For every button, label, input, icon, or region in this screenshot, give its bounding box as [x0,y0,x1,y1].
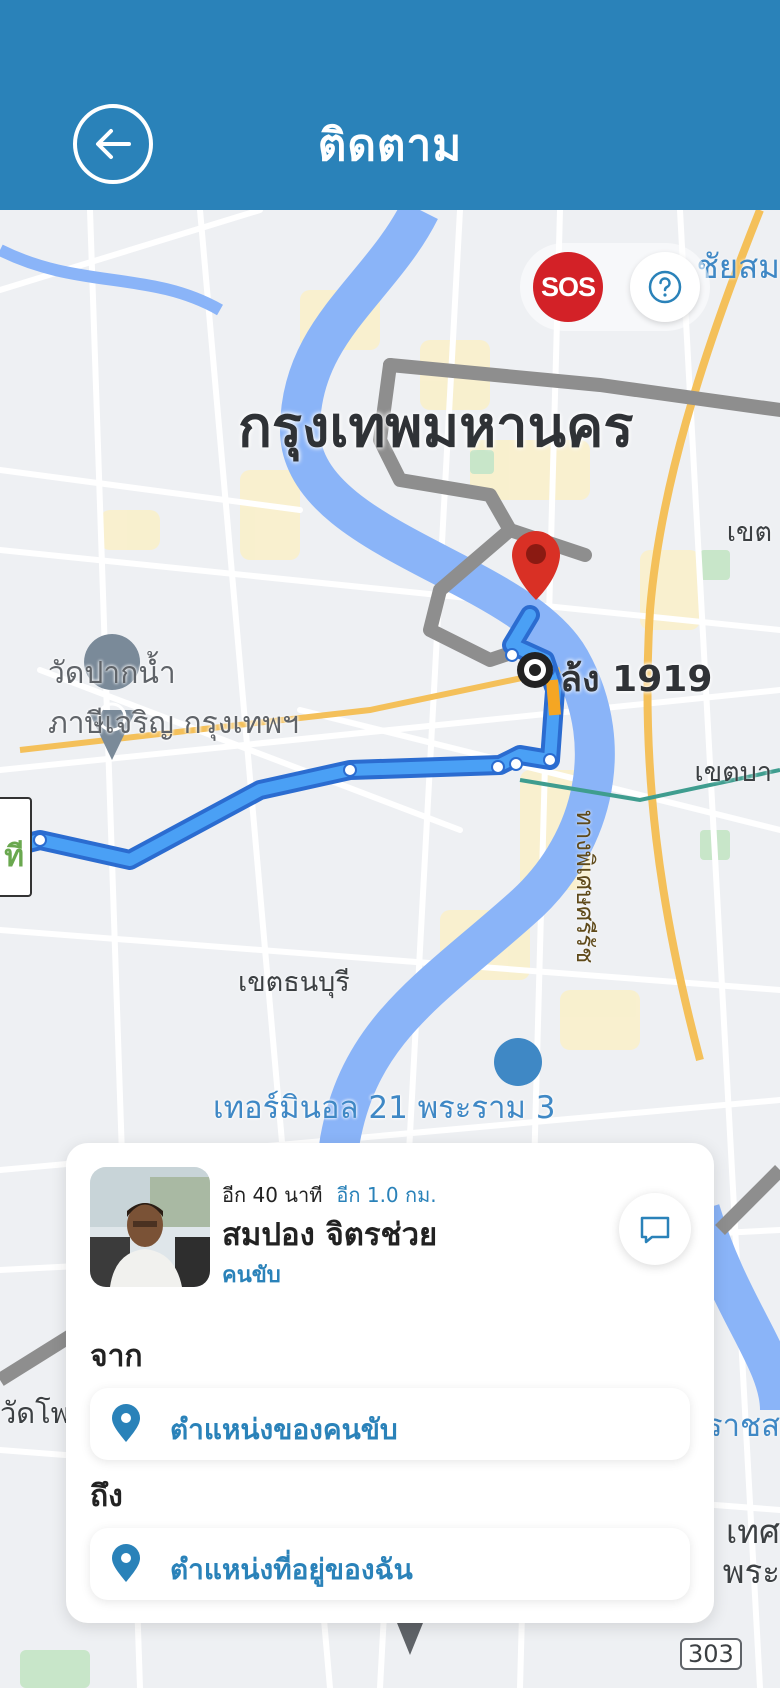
driver-name: สมปอง จิตรช่วย [222,1217,438,1253]
destination-label: ล้ง 1919 [560,659,713,700]
edge-label-right: ราชส [705,1408,780,1444]
road-label-b: เขตบา [694,757,772,788]
driver-avatar [90,1167,210,1287]
destination-target-icon [517,652,553,688]
top-header: ติดตาม [0,0,780,210]
city-label: กรุงเทพมหานคร [238,395,634,460]
expressway-label: ทางพิเศษศรีรัช [571,810,599,964]
eta-row: อีก 40 นาที อีก 1.0 กม. [222,1179,437,1211]
map-callout[interactable]: ที [0,797,32,897]
from-location-text: ตำแหน่งของคนขับ [170,1413,398,1446]
eta-time: อีก 40 นาที [222,1183,323,1207]
to-location-text: ตำแหน่งที่อยู่ของฉัน [170,1553,413,1586]
driver-role: คนขับ [222,1263,281,1288]
help-button[interactable] [630,252,700,322]
edge-label-bottom-right-2: พระ [722,1552,780,1591]
to-label: ถึง [90,1479,123,1514]
from-label: จาก [90,1339,143,1374]
poi-label-line2: ภาษีเจริญ กรุงเทพฯ [48,706,300,741]
district-label: เขตธนบุรี [238,967,350,998]
driver-card: อีก 40 นาที อีก 1.0 กม. สมปอง จิตรช่วย คน… [66,1143,714,1623]
map-action-group: SOS [520,243,710,331]
page-title: ติดตาม [317,120,463,171]
edge-label-left: วัดโพ [0,1396,70,1430]
chat-button[interactable] [619,1193,691,1265]
eta-distance: อีก 1.0 กม. [336,1183,437,1207]
poi-label-line1: วัดปากน้ำ [48,656,176,691]
to-location-field[interactable]: ตำแหน่งที่อยู่ของฉัน [90,1528,690,1600]
terminal-label: เทอร์มินอล 21 พระราม 3 [213,1090,556,1126]
sos-button[interactable]: SOS [533,252,603,322]
map-callout-text: ที [4,839,24,874]
road-label-a: เขต [726,517,772,548]
route-shield: 303 [680,1638,742,1670]
from-location-field[interactable]: ตำแหน่งของคนขับ [90,1388,690,1460]
